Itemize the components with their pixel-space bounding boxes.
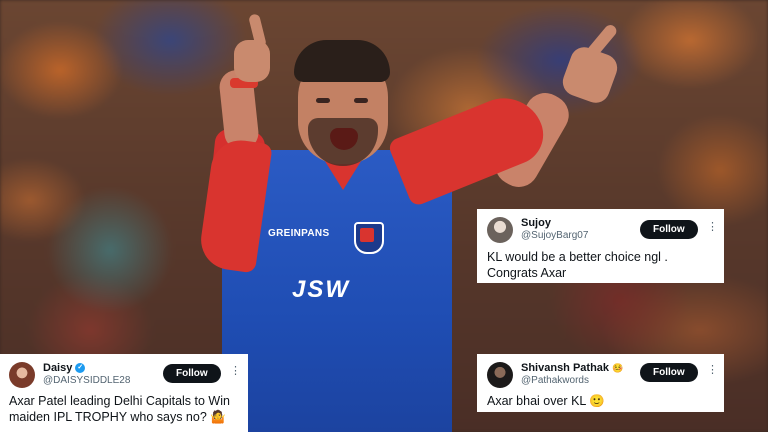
more-vertical-icon[interactable]: ⋮ (230, 366, 241, 377)
tweet-text-line: Axar Patel leading Delhi Capitals to Win (9, 394, 230, 408)
tweet-text-line: Congrats Axar (487, 266, 567, 281)
user-name[interactable]: Shivansh Pathak (521, 362, 609, 375)
verified-badge-icon: ✓ (75, 363, 86, 374)
tweet-card-sujoy: Sujoy @SujoyBarg07 Follow ⋮ KL would be … (477, 209, 724, 283)
shrug-emoji: 🤷 (210, 410, 226, 425)
tweet-text: Axar Patel leading Delhi Capitals to Win… (9, 393, 239, 426)
tweet-text-line: Axar bhai over KL (487, 394, 586, 408)
follow-button[interactable]: Follow (640, 220, 698, 239)
team-crest-inner (360, 228, 374, 242)
follow-button[interactable]: Follow (640, 363, 698, 382)
avatar[interactable] (487, 217, 513, 243)
right-eye (354, 98, 368, 103)
tweet-text-line: KL would be a better choice ngl . (487, 250, 668, 264)
sick-face-emoji: 🤒 (612, 363, 624, 374)
left-eye (316, 98, 330, 103)
jersey-sponsor: GREINPANS (268, 228, 330, 239)
hair (294, 40, 390, 82)
left-hand (234, 40, 270, 82)
avatar[interactable] (487, 362, 513, 388)
tweet-text: KL would be a better choice ngl . Congra… (487, 249, 714, 282)
tweet-card-shivansh: Shivansh Pathak 🤒 @Pathakwords Follow ⋮ … (477, 354, 724, 412)
avatar[interactable] (9, 362, 35, 388)
follow-button[interactable]: Follow (163, 364, 221, 383)
more-vertical-icon[interactable]: ⋮ (707, 365, 718, 376)
user-name[interactable]: Sujoy (521, 217, 551, 230)
tweet-card-daisy: Daisy ✓ @DAISYSIDDLE28 Follow ⋮ Axar Pat… (0, 354, 248, 432)
jersey-chest-logo: JSW (292, 276, 351, 303)
tweet-text: Axar bhai over KL 🙂 (487, 393, 714, 409)
user-name[interactable]: Daisy (43, 362, 72, 375)
more-vertical-icon[interactable]: ⋮ (707, 222, 718, 233)
tweet-text-line: maiden IPL TROPHY who says no? (9, 410, 207, 425)
smile-emoji: 🙂 (589, 394, 605, 408)
